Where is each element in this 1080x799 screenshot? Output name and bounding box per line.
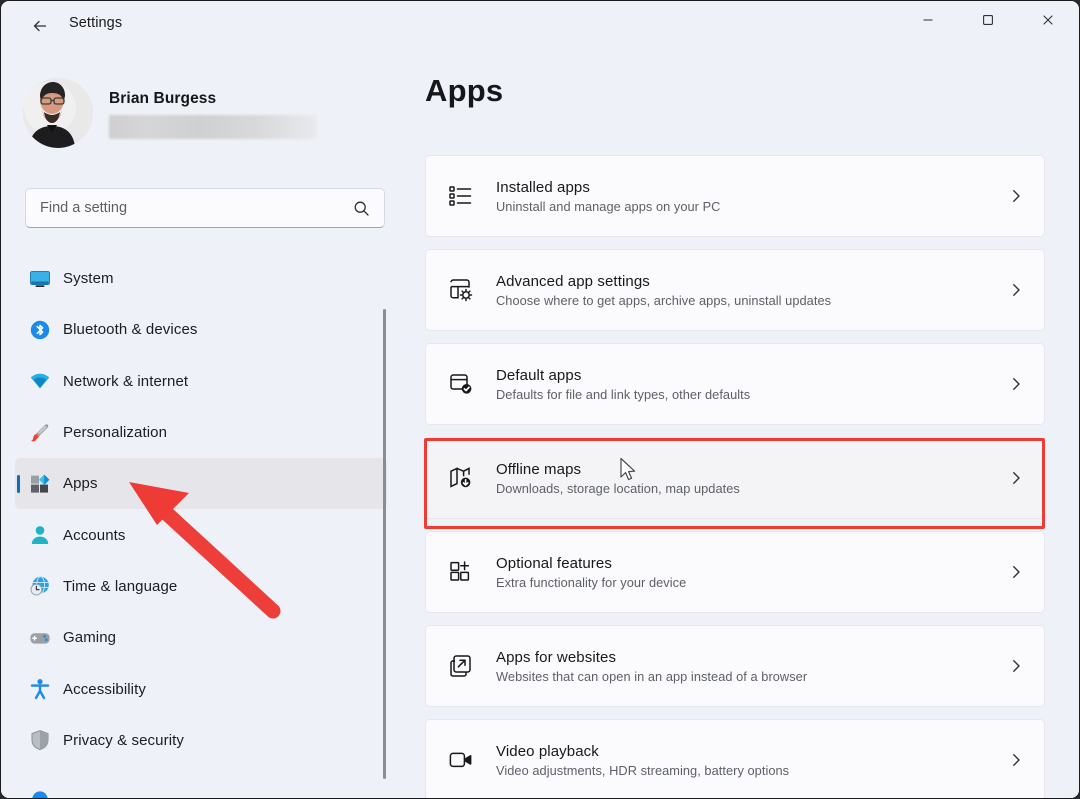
settings-card-advanced-app-settings[interactable]: Advanced app settings Choose where to get… — [425, 249, 1045, 331]
avatar — [23, 78, 93, 148]
optional-features-icon — [426, 559, 496, 585]
sidebar-item-label: Network & internet — [63, 372, 189, 390]
sidebar-item-label: Accessibility — [63, 680, 146, 698]
sidebar-item-windows-update[interactable] — [15, 766, 387, 798]
close-button[interactable] — [1025, 1, 1071, 39]
accessibility-icon — [29, 678, 51, 700]
card-title: Apps for websites — [496, 648, 617, 666]
default-apps-icon — [426, 371, 496, 397]
sidebar: Brian Burgess System Bluetooth & devices N… — [1, 47, 399, 798]
card-subtitle: Extra functionality for your device — [496, 574, 687, 590]
sidebar-item-bluetooth-devices[interactable]: Bluetooth & devices — [15, 304, 387, 355]
sidebar-item-label: Time & language — [63, 577, 178, 595]
settings-card-installed-apps[interactable]: Installed apps Uninstall and manage apps … — [425, 155, 1045, 237]
sidebar-item-label: Privacy & security — [63, 731, 184, 749]
windows-update-icon — [29, 781, 51, 798]
card-title: Installed apps — [496, 178, 590, 196]
chevron-right-icon — [988, 188, 1044, 204]
chevron-right-icon — [988, 376, 1044, 392]
sidebar-item-label: Personalization — [63, 424, 168, 442]
video-camera-icon — [426, 747, 496, 773]
card-text: Apps for websites Websites that can open … — [496, 649, 988, 684]
chevron-right-icon — [988, 564, 1044, 580]
paintbrush-icon — [29, 422, 51, 444]
card-subtitle: Uninstall and manage apps on your PC — [496, 198, 721, 214]
search-icon — [353, 200, 384, 217]
sidebar-item-accessibility[interactable]: Accessibility — [15, 663, 387, 714]
sidebar-item-label: Accounts — [63, 526, 126, 544]
back-arrow-icon[interactable] — [23, 14, 57, 38]
card-text: Video playback Video adjustments, HDR str… — [496, 743, 988, 778]
minimize-button[interactable] — [905, 1, 951, 39]
settings-card-list: Installed apps Uninstall and manage apps … — [425, 155, 1045, 798]
selection-indicator — [17, 474, 20, 493]
sidebar-item-gaming[interactable]: Gaming — [15, 612, 387, 663]
card-title: Default apps — [496, 366, 582, 384]
card-text: Offline maps Downloads, storage location,… — [496, 461, 988, 496]
apps-icon — [29, 473, 51, 495]
settings-card-default-apps[interactable]: Default apps Defaults for file and link t… — [425, 343, 1045, 425]
card-subtitle: Downloads, storage location, map updates — [496, 480, 740, 496]
settings-card-apps-for-websites[interactable]: Apps for websites Websites that can open … — [425, 625, 1045, 707]
sidebar-scrollbar-thumb[interactable] — [383, 309, 386, 779]
sidebar-item-system[interactable]: System — [15, 253, 387, 304]
card-subtitle: Websites that can open in an app instead… — [496, 668, 808, 684]
clock-globe-icon — [29, 575, 51, 597]
shield-icon — [29, 729, 51, 751]
list-icon — [426, 183, 496, 209]
card-title: Optional features — [496, 554, 612, 572]
account-email-redacted — [109, 114, 317, 139]
person-icon — [29, 524, 51, 546]
settings-card-offline-maps[interactable]: Offline maps Downloads, storage location,… — [425, 437, 1045, 519]
sidebar-item-label: Apps — [63, 475, 98, 493]
card-title: Advanced app settings — [496, 272, 650, 290]
sidebar-item-time-language[interactable]: Time & language — [15, 561, 387, 612]
chevron-right-icon — [988, 470, 1044, 486]
sidebar-item-label: System — [63, 270, 114, 288]
card-subtitle: Choose where to get apps, archive apps, … — [496, 292, 832, 308]
app-settings-icon — [426, 277, 496, 303]
title-bar: Settings — [1, 1, 1079, 47]
search-input[interactable] — [26, 189, 353, 227]
page-title: Apps — [425, 73, 504, 108]
window-title: Settings — [69, 15, 123, 31]
account-name: Brian Burgess — [109, 89, 217, 107]
sidebar-item-accounts[interactable]: Accounts — [15, 509, 387, 560]
card-text: Optional features Extra functionality for… — [496, 555, 988, 590]
sidebar-item-apps[interactable]: Apps — [15, 458, 387, 510]
card-subtitle: Video adjustments, HDR streaming, batter… — [496, 762, 790, 778]
gamepad-icon — [29, 627, 51, 649]
sidebar-nav: System Bluetooth & devices Network & inter… — [15, 253, 387, 798]
maximize-button[interactable] — [965, 1, 1011, 39]
main-content: Apps Installed apps Uninstall and manage … — [399, 47, 1079, 798]
wifi-icon — [29, 370, 51, 392]
monitor-icon — [29, 268, 51, 290]
card-title: Video playback — [496, 742, 599, 760]
card-text: Default apps Defaults for file and link t… — [496, 367, 988, 402]
sidebar-item-label: Gaming — [63, 629, 117, 647]
sidebar-item-network-internet[interactable]: Network & internet — [15, 356, 387, 407]
chevron-right-icon — [988, 658, 1044, 674]
chevron-right-icon — [988, 282, 1044, 298]
sidebar-item-label: Bluetooth & devices — [63, 321, 198, 339]
sidebar-item-privacy-security[interactable]: Privacy & security — [15, 715, 387, 766]
settings-card-optional-features[interactable]: Optional features Extra functionality for… — [425, 531, 1045, 613]
card-subtitle: Defaults for file and link types, other … — [496, 386, 751, 402]
card-text: Advanced app settings Choose where to get… — [496, 273, 988, 308]
settings-card-video-playback[interactable]: Video playback Video adjustments, HDR str… — [425, 719, 1045, 798]
card-text: Installed apps Uninstall and manage apps … — [496, 179, 988, 214]
chevron-right-icon — [988, 752, 1044, 768]
offline-maps-icon — [426, 465, 496, 491]
bluetooth-icon — [29, 319, 51, 341]
settings-window: Settings Brian Burgess Find a setting Sy… — [0, 0, 1080, 799]
card-title: Offline maps — [496, 460, 582, 478]
sidebar-item-personalization[interactable]: Personalization — [15, 407, 387, 458]
search-box[interactable] — [25, 188, 385, 228]
external-link-icon — [426, 653, 496, 679]
sidebar-scrollbar-track — [383, 302, 386, 782]
account-row[interactable]: Brian Burgess — [23, 74, 363, 152]
